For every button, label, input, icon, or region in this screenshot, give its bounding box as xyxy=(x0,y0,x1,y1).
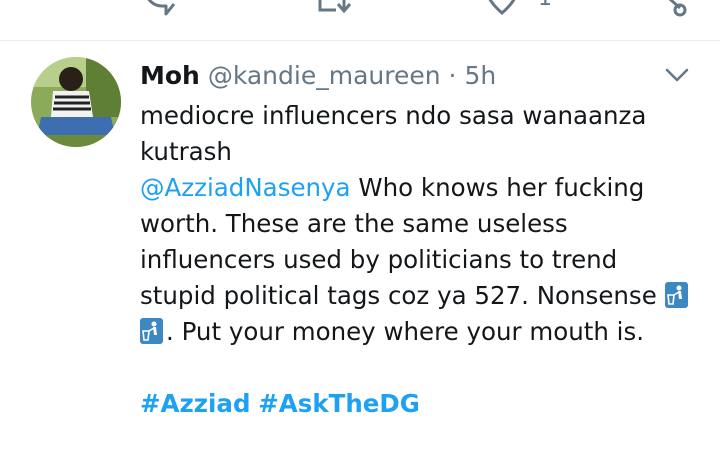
tweet-header: Moh @kandie_maureen · 5h xyxy=(140,59,496,93)
timestamp[interactable]: 5h xyxy=(464,61,496,90)
retweet-icon[interactable] xyxy=(316,0,352,20)
tweet-divider xyxy=(0,40,720,41)
mention-link[interactable]: @AzziadNasenya xyxy=(140,173,351,202)
display-name[interactable]: Moh xyxy=(140,61,200,90)
separator-dot: · xyxy=(448,61,457,90)
hashtag-link[interactable]: #AskTheDG xyxy=(258,389,420,418)
avatar[interactable] xyxy=(31,57,121,147)
hashtag-line: #Azziad #AskTheDG xyxy=(140,386,700,422)
previous-tweet-action-bar: 1 xyxy=(0,0,720,22)
tweet-text-paragraph: @AzziadNasenya Who knows her fucking wor… xyxy=(140,170,700,350)
tweet-text: mediocre influencers ndo sasa wanaanza k… xyxy=(140,98,700,422)
litter-bin-emoji xyxy=(664,282,688,308)
litter-bin-emoji xyxy=(140,318,163,344)
tweet-screen: 1 Moh @kandie_maureen · 5h xyxy=(0,0,720,454)
chevron-down-icon[interactable] xyxy=(664,66,690,84)
tweet-text-segment: . Put your money where your mouth is. xyxy=(166,317,645,346)
like-count: 1 xyxy=(538,0,552,12)
user-handle[interactable]: @kandie_maureen xyxy=(208,61,441,90)
like-icon[interactable] xyxy=(484,0,520,20)
share-icon[interactable] xyxy=(654,0,688,20)
hashtag-link[interactable]: #Azziad xyxy=(140,389,250,418)
reply-icon[interactable] xyxy=(142,0,176,20)
tweet-text-line: mediocre influencers ndo sasa wanaanza k… xyxy=(140,101,647,166)
